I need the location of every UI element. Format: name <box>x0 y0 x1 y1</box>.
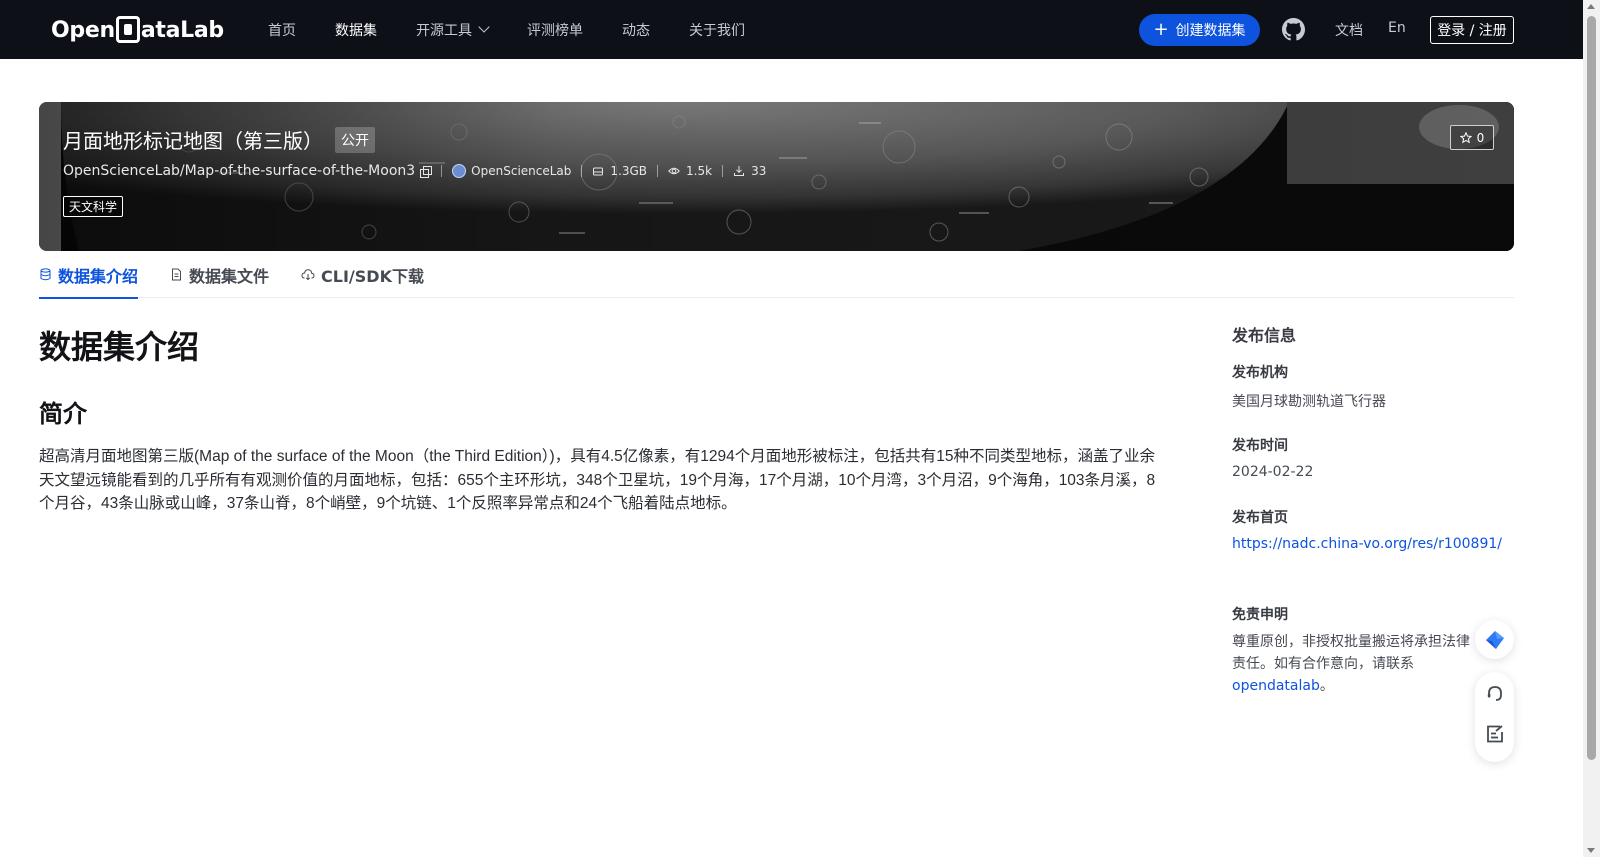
github-icon[interactable] <box>1282 18 1305 41</box>
publish-date-value: 2024-02-22 <box>1232 464 1314 480</box>
publish-info-sidebar: 发布信息 发布机构 美国月球勘测轨道飞行器 发布时间 2024-02-22 发布… <box>1232 322 1514 694</box>
disk-icon <box>593 167 604 176</box>
dataset-path: OpenScienceLab/Map-of-the-surface-of-the… <box>63 163 416 179</box>
opendatalab-logo[interactable]: Open ataLab <box>51 14 224 46</box>
owner-link[interactable]: OpenScienceLab <box>452 164 571 178</box>
disclaimer-text: 尊重原创，非授权批量搬运将承担法律责任。如有合作意向，请联系 opendatala… <box>1232 631 1472 697</box>
opendatalab-contact-link[interactable]: opendatalab <box>1232 678 1320 694</box>
tab-dataset-files-label: 数据集文件 <box>189 266 270 286</box>
tab-dataset-files[interactable]: 数据集文件 <box>170 251 269 298</box>
create-dataset-button[interactable]: + 创建数据集 <box>1139 14 1260 46</box>
dataset-meta: OpenScienceLab/Map-of-the-surface-of-the… <box>63 163 766 179</box>
meta-divider <box>581 165 583 177</box>
dataset-views: 1.5k <box>668 164 712 178</box>
publish-date-label: 发布时间 <box>1232 438 1288 454</box>
summary-heading: 简介 <box>39 400 87 428</box>
dataset-banner: 月面地形标记地图（第三版） 公开 OpenScienceLab/Map-of-t… <box>39 102 1514 251</box>
eye-icon <box>668 167 680 175</box>
tab-cli-sdk-label: CLI/SDK下载 <box>321 266 424 286</box>
create-dataset-label: 创建数据集 <box>1175 23 1246 39</box>
cloud-download-icon <box>301 269 315 281</box>
nav-news[interactable]: 动态 <box>622 20 650 40</box>
homepage-label: 发布首页 <box>1232 510 1288 526</box>
nav-datasets[interactable]: 数据集 <box>335 20 377 40</box>
dataset-downloads: 33 <box>733 164 766 178</box>
nav-home[interactable]: 首页 <box>268 20 296 40</box>
logo-text-open: Open <box>51 17 115 43</box>
visibility-badge: 公开 <box>335 126 375 153</box>
scroll-up-arrow-icon[interactable] <box>1587 4 1595 9</box>
homepage-link[interactable]: https://nadc.china-vo.org/res/r100891/ <box>1232 536 1502 552</box>
nav-about[interactable]: 关于我们 <box>689 20 745 40</box>
feishu-icon <box>1485 630 1504 649</box>
disclaimer-label: 免责申明 <box>1232 607 1288 623</box>
dataset-size-value: 1.3GB <box>610 164 648 178</box>
download-icon <box>734 166 745 176</box>
language-switch[interactable]: En <box>1388 20 1406 36</box>
customer-service-icon[interactable] <box>1485 684 1505 704</box>
database-icon <box>40 268 51 281</box>
login-register-button[interactable]: 登录 / 注册 <box>1430 16 1514 44</box>
dataset-tabs: 数据集介绍 数据集文件 CLI/SDK下载 <box>39 251 1514 299</box>
logo-text-datalab: ataLab <box>140 17 224 43</box>
top-navbar: Open ataLab 首页 数据集 开源工具 评测榜单 动态 关于我们 + 创… <box>0 0 1583 59</box>
star-count: 0 <box>1476 130 1485 145</box>
scroll-down-arrow-icon[interactable] <box>1587 848 1595 853</box>
feishu-button[interactable] <box>1475 620 1514 659</box>
page-scrollbar[interactable] <box>1583 0 1600 857</box>
star-icon <box>1459 131 1472 143</box>
disclaimer-end: 。 <box>1319 678 1334 694</box>
meta-divider <box>657 165 659 177</box>
feedback-edit-icon[interactable] <box>1485 724 1505 744</box>
disclaimer-body: 尊重原创，非授权批量搬运将承担法律责任。如有合作意向，请联系 <box>1232 634 1470 672</box>
tab-cli-sdk[interactable]: CLI/SDK下载 <box>301 251 424 298</box>
meta-divider <box>722 165 724 177</box>
main-nav: 首页 数据集 开源工具 评测榜单 动态 关于我们 <box>268 0 784 59</box>
page: Open ataLab 首页 数据集 开源工具 评测榜单 动态 关于我们 + 创… <box>0 0 1600 857</box>
owner-name: OpenScienceLab <box>471 164 572 178</box>
dataset-title: 月面地形标记地图（第三版） <box>63 129 323 153</box>
floating-toolbar <box>1475 672 1514 762</box>
dataset-views-value: 1.5k <box>686 164 713 178</box>
dataset-description: 超高清月面地图第三版(Map of the surface of the Moo… <box>39 448 1156 512</box>
owner-avatar <box>452 164 467 178</box>
intro-heading: 数据集介绍 <box>39 328 200 366</box>
copy-icon[interactable] <box>420 165 433 178</box>
tab-dataset-intro[interactable]: 数据集介绍 <box>39 251 139 299</box>
logo-d-mark <box>115 15 140 43</box>
nav-open-tools-label: 开源工具 <box>416 22 472 39</box>
dataset-size: 1.3GB <box>592 164 647 178</box>
publisher-value: 美国月球勘测轨道飞行器 <box>1232 394 1386 410</box>
category-tag[interactable]: 天文科学 <box>63 196 124 217</box>
docs-link[interactable]: 文档 <box>1335 20 1363 40</box>
chevron-down-icon <box>478 20 490 33</box>
plus-icon: + <box>1153 19 1169 40</box>
scrollbar-thumb[interactable] <box>1587 16 1596 760</box>
nav-leaderboard[interactable]: 评测榜单 <box>527 20 583 40</box>
file-icon <box>172 268 182 281</box>
publish-info-title: 发布信息 <box>1232 326 1297 345</box>
publisher-label: 发布机构 <box>1232 365 1288 381</box>
dataset-title-row: 月面地形标记地图（第三版） 公开 <box>63 125 375 154</box>
star-button[interactable]: 0 <box>1450 125 1494 150</box>
nav-open-tools[interactable]: 开源工具 <box>416 20 490 40</box>
dataset-downloads-value: 33 <box>751 164 767 178</box>
meta-divider <box>441 165 443 177</box>
tab-dataset-intro-label: 数据集介绍 <box>58 266 139 286</box>
